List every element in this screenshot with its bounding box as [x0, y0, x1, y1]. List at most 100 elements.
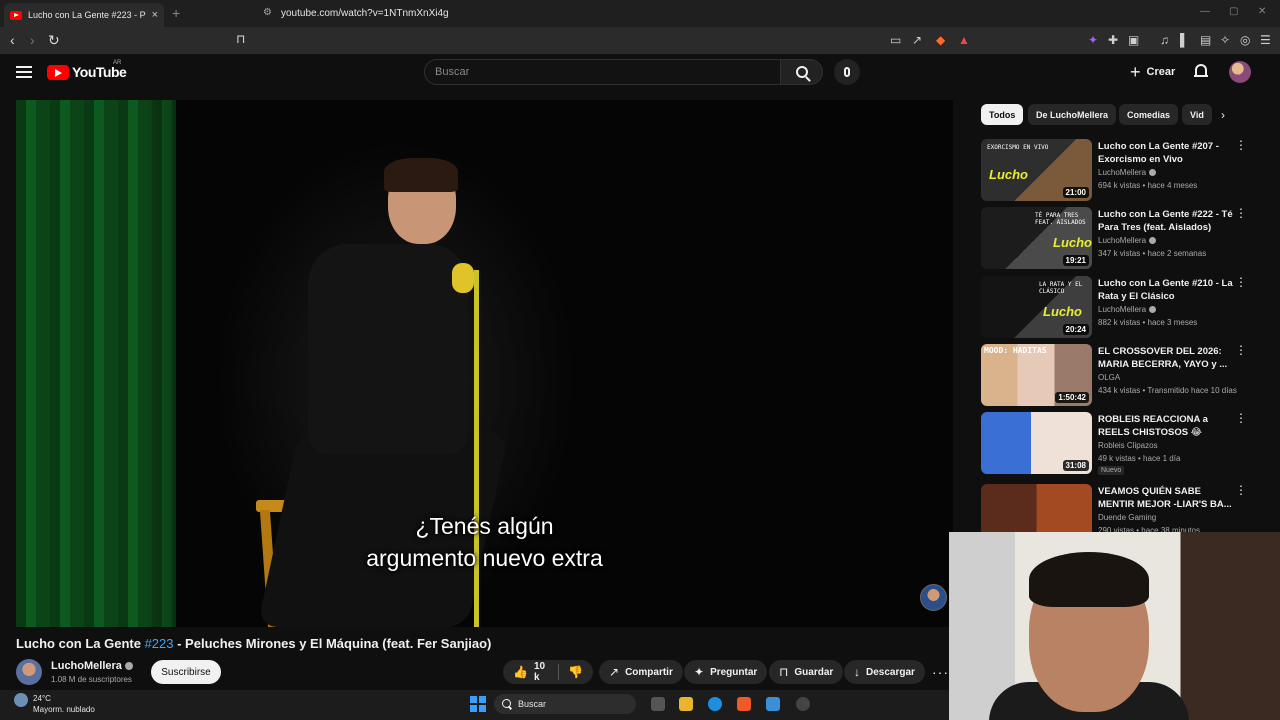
browser-tab[interactable]: Lucho con La Gente #223 - Pe ×: [4, 3, 164, 27]
weather-temperature[interactable]: 24°C: [33, 694, 51, 703]
video-title-link[interactable]: Lucho con La Gente #222 - Té Para Tres (…: [1098, 208, 1233, 234]
channel-link[interactable]: OLGA: [1098, 373, 1120, 382]
cast-icon[interactable]: ▭: [890, 33, 901, 47]
video-title-link[interactable]: Lucho con La Gente #207 - Exorcismo en V…: [1098, 140, 1233, 166]
notifications-bell-icon[interactable]: [1194, 64, 1208, 78]
brave-browser-icon[interactable]: [737, 697, 751, 711]
windows-start-icon[interactable]: [470, 696, 486, 712]
weather-description[interactable]: Mayorm. nublado: [33, 705, 95, 714]
video-thumbnail[interactable]: TÉ PARA TRES FEAT. AISLADOS Lucho 19:21: [981, 207, 1092, 269]
chip-de-luchomellera[interactable]: De LuchoMellera: [1028, 104, 1117, 125]
tab-close-icon[interactable]: ×: [152, 9, 158, 21]
share-page-icon[interactable]: ↗: [912, 33, 922, 47]
like-icon[interactable]: 👍: [513, 665, 528, 679]
voice-search-button[interactable]: [834, 59, 860, 85]
weather-icon[interactable]: [14, 693, 28, 707]
reload-icon[interactable]: ↻: [48, 32, 60, 49]
channel-avatar[interactable]: [16, 659, 42, 685]
chip-todos[interactable]: Todos: [981, 104, 1024, 125]
kebab-menu-icon[interactable]: ⋮: [1235, 139, 1247, 151]
kebab-menu-icon[interactable]: ⋮: [1235, 344, 1247, 356]
site-settings-icon[interactable]: ⚙: [263, 7, 272, 18]
kebab-menu-icon[interactable]: ⋮: [1235, 276, 1247, 288]
media-icon[interactable]: ♫: [1160, 33, 1169, 47]
youtube-logo[interactable]: YouTube AR: [47, 60, 127, 80]
channel-name[interactable]: LuchoMellera: [51, 660, 133, 672]
sparkle-icon: ✦: [694, 665, 705, 679]
wallet-icon[interactable]: ▣: [1128, 33, 1139, 47]
brave-rewards-icon[interactable]: ▲: [958, 33, 970, 47]
video-title-link[interactable]: ROBLEIS REACCIONA a REELS CHISTOSOS 😂: [1098, 413, 1233, 439]
channel-watermark-avatar[interactable]: [920, 584, 947, 611]
chip-comedias[interactable]: Comedias: [1119, 104, 1179, 125]
video-title-link[interactable]: VEAMOS QUIÉN SABE MENTIR MEJOR -LIAR'S B…: [1098, 485, 1233, 511]
channel-link[interactable]: Robleis Clipazos: [1098, 441, 1158, 450]
kebab-menu-icon[interactable]: ⋮: [1235, 484, 1247, 496]
hashtag-link[interactable]: #223: [145, 636, 174, 651]
recommended-video[interactable]: 31:08 ROBLEIS REACCIONA a REELS CHISTOSO…: [981, 412, 1253, 476]
maximize-window-icon[interactable]: ▢: [1229, 6, 1238, 17]
video-thumbnail[interactable]: EXORCISMO EN VIVO Lucho 21:00: [981, 139, 1092, 201]
vpn-icon[interactable]: ◎: [1240, 33, 1250, 47]
brave-shield-icon[interactable]: ◆: [936, 33, 945, 47]
video-thumbnail[interactable]: MOOD: HADITAS 1:50:42: [981, 344, 1092, 406]
kebab-menu-icon[interactable]: ⋮: [1235, 412, 1247, 424]
search-input[interactable]: Buscar: [424, 59, 781, 85]
video-thumbnail[interactable]: LA RATA Y EL CLÁSICO Lucho 20:24: [981, 276, 1092, 338]
thumbnail-label: MOOD: HADITAS: [984, 346, 1047, 355]
chip-videos[interactable]: Vid: [1182, 104, 1212, 125]
more-actions-icon[interactable]: ···: [932, 664, 949, 680]
new-tab-button[interactable]: +: [172, 5, 180, 21]
channel-name-link[interactable]: LuchoMellera: [51, 660, 122, 672]
download-button[interactable]: ↓ Descargar: [844, 660, 925, 684]
photos-app-icon[interactable]: [766, 697, 780, 711]
video-player[interactable]: ¿Tenés algún argumento nuevo extra: [16, 100, 953, 627]
extensions-puzzle-icon[interactable]: ✚: [1108, 33, 1118, 47]
task-view-icon[interactable]: [651, 697, 665, 711]
channel-link[interactable]: Duende Gaming: [1098, 513, 1156, 522]
save-button[interactable]: ⊓ Guardar: [769, 660, 844, 684]
close-window-icon[interactable]: ✕: [1258, 6, 1266, 17]
chevron-right-icon[interactable]: ›: [1221, 108, 1225, 122]
address-bar[interactable]: ⚙ youtube.com/watch?v=1NTnmXnXi4g: [255, 3, 978, 24]
recommended-video[interactable]: MOOD: HADITAS 1:50:42 EL CROSSOVER DEL 2…: [981, 344, 1253, 408]
minimize-window-icon[interactable]: —: [1200, 6, 1210, 17]
bookmark-icon[interactable]: ⊓: [236, 32, 245, 46]
forward-icon[interactable]: ›: [30, 32, 35, 48]
search-button[interactable]: [781, 59, 823, 85]
like-count[interactable]: 10 k: [534, 661, 549, 683]
save-label: Guardar: [794, 666, 834, 678]
recommended-video[interactable]: LA RATA Y EL CLÁSICO Lucho 20:24 Lucho c…: [981, 276, 1253, 340]
recommended-video[interactable]: EXORCISMO EN VIVO Lucho 21:00 Lucho con …: [981, 139, 1253, 203]
back-icon[interactable]: ‹: [10, 32, 15, 48]
share-button[interactable]: ↗ Compartir: [599, 660, 683, 684]
channel-name[interactable]: LuchoMellera: [1098, 236, 1146, 245]
edge-browser-icon[interactable]: [708, 697, 722, 711]
guide-menu-icon[interactable]: [16, 66, 32, 78]
video-thumbnail[interactable]: 31:08: [981, 412, 1092, 474]
channel-name[interactable]: LuchoMellera: [1098, 305, 1146, 314]
kebab-menu-icon[interactable]: ⋮: [1235, 207, 1247, 219]
dislike-icon[interactable]: 👎: [568, 665, 583, 679]
ask-button[interactable]: ✦ Preguntar: [684, 660, 768, 684]
user-avatar[interactable]: [1229, 61, 1251, 83]
channel-name[interactable]: LuchoMellera: [1098, 168, 1146, 177]
extension-icon[interactable]: ✦: [1088, 33, 1098, 47]
taskbar-search[interactable]: Buscar: [494, 694, 636, 714]
create-button[interactable]: + Crear: [1124, 61, 1181, 83]
settings-gear-icon[interactable]: [796, 697, 810, 711]
channel-link[interactable]: LuchoMellera: [1098, 305, 1157, 314]
video-title-link[interactable]: Lucho con La Gente #210 - La Rata y El C…: [1098, 277, 1233, 303]
leo-ai-icon[interactable]: ✧: [1220, 33, 1230, 47]
video-meta: 434 k vistas • Transmitido hace 10 días: [1098, 386, 1237, 395]
channel-link[interactable]: LuchoMellera: [1098, 236, 1157, 245]
browser-menu-icon[interactable]: ☰: [1260, 33, 1271, 47]
subscribe-button[interactable]: Suscribirse: [151, 660, 221, 684]
file-explorer-icon[interactable]: [679, 697, 693, 711]
video-title-link[interactable]: EL CROSSOVER DEL 2026: MARIA BECERRA, YA…: [1098, 345, 1233, 371]
wallet-alt-icon[interactable]: ▤: [1200, 33, 1211, 47]
recommended-video[interactable]: TÉ PARA TRES FEAT. AISLADOS Lucho 19:21 …: [981, 207, 1253, 271]
sidebar-icon[interactable]: ▌: [1180, 33, 1189, 47]
channel-link[interactable]: LuchoMellera: [1098, 168, 1157, 177]
video-duration: 1:50:42: [1055, 392, 1089, 403]
